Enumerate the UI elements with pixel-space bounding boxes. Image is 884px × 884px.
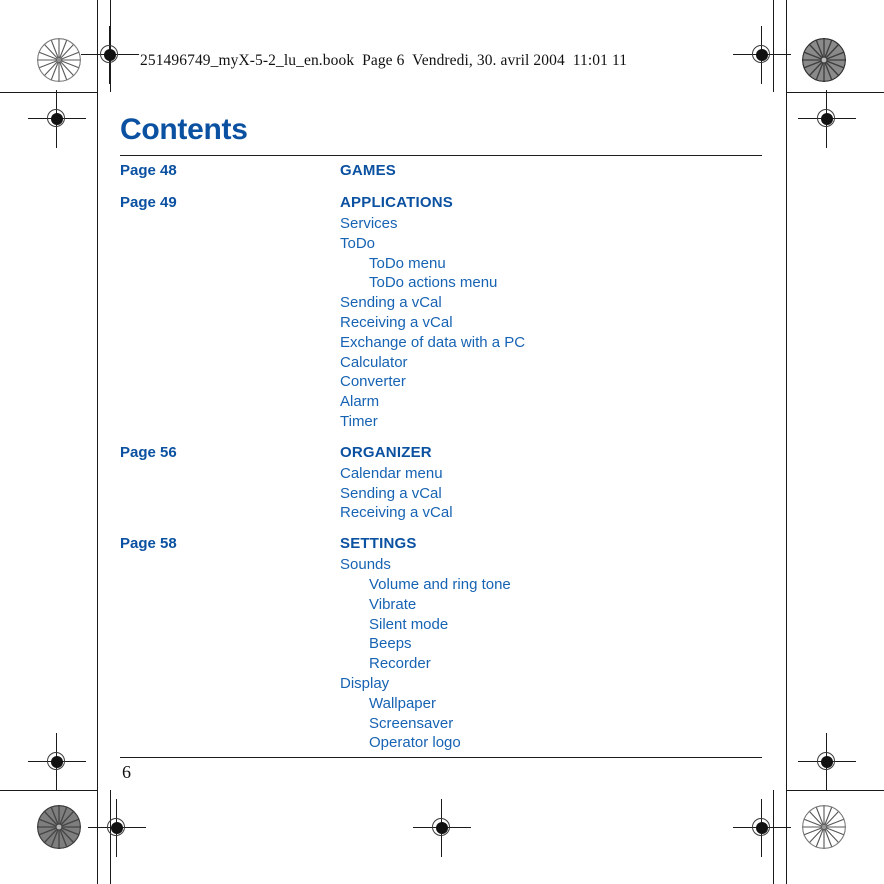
toc-entry-level-1[interactable]: Sounds: [340, 555, 770, 575]
toc-section-header: Page 49 APPLICATIONS: [120, 194, 770, 214]
toc-entry-level-1[interactable]: Converter: [340, 372, 770, 392]
header-rule: [120, 155, 762, 157]
trim-line-top-left: [0, 92, 98, 93]
toc-entry-level-2[interactable]: Screensaver: [369, 714, 770, 734]
toc-entry-level-1[interactable]: Exchange of data with a PC: [340, 333, 770, 353]
toc-entry-level-2[interactable]: ToDo actions menu: [369, 273, 770, 293]
toc-entry-level-1[interactable]: Calendar menu: [340, 464, 770, 484]
printed-page-sheet: 251496749_myX-5-2_lu_en.book Page 6 Vend…: [0, 0, 884, 884]
toc-entry-level-1[interactable]: Services: [340, 214, 770, 234]
trim-line-bottom-left: [0, 790, 98, 791]
toc-entry-level-1[interactable]: Sending a vCal: [340, 293, 770, 313]
trim-line-bottom-right: [786, 790, 884, 791]
registration-mark-bottom-right-inner: [733, 799, 791, 857]
toc-section-title[interactable]: GAMES: [340, 162, 396, 179]
toc-entry-level-1[interactable]: Receiving a vCal: [340, 503, 770, 523]
table-of-contents: Page 48 GAMES Page 49 APPLICATIONS Services T…: [120, 162, 770, 753]
toc-entry-level-2[interactable]: Operator logo: [369, 733, 770, 753]
density-star-target-top-right: [802, 38, 846, 82]
folio-page-number: 6: [122, 762, 131, 782]
toc-section-header: Page 48 GAMES: [120, 162, 770, 182]
toc-entry-level-2[interactable]: Volume and ring tone: [369, 575, 770, 595]
registration-mark-top-left-outer: [28, 90, 86, 148]
registration-mark-bottom-left-inner: [88, 799, 146, 857]
footer-rule: [120, 757, 762, 759]
toc-section: Page 49 APPLICATIONS Services ToDo ToDo menu…: [120, 194, 770, 432]
toc-entry-level-1[interactable]: Receiving a vCal: [340, 313, 770, 333]
toc-entry-level-2[interactable]: Beeps: [369, 634, 770, 654]
registration-mark-bottom-right-outer: [798, 733, 856, 791]
toc-page-reference[interactable]: Page 58: [120, 535, 177, 552]
trim-line-left: [97, 0, 98, 884]
toc-entry-level-2[interactable]: Vibrate: [369, 595, 770, 615]
trim-line-top-right: [786, 92, 884, 93]
toc-entry-level-2[interactable]: ToDo menu: [369, 254, 770, 274]
toc-entry-level-1[interactable]: Sending a vCal: [340, 484, 770, 504]
toc-entry-level-2[interactable]: Silent mode: [369, 615, 770, 635]
toc-section-title[interactable]: SETTINGS: [340, 535, 417, 552]
toc-section: Page 58 SETTINGS Sounds Volume and ring ton…: [120, 535, 770, 753]
registration-mark-top-right-inner: [733, 26, 791, 84]
registration-mark-top-left-inner: [81, 26, 139, 84]
density-star-target-top-left: [37, 38, 81, 82]
trim-line-right: [786, 0, 787, 884]
toc-section: Page 48 GAMES: [120, 162, 770, 182]
toc-entry-level-2[interactable]: Recorder: [369, 654, 770, 674]
toc-entry-level-2[interactable]: Wallpaper: [369, 694, 770, 714]
toc-section: Page 56 ORGANIZER Calendar menu Sending a v…: [120, 444, 770, 523]
toc-entry-level-1[interactable]: Calculator: [340, 353, 770, 373]
registration-mark-top-right-outer: [798, 90, 856, 148]
density-star-target-bottom-left: [37, 805, 81, 849]
toc-section-title[interactable]: APPLICATIONS: [340, 194, 453, 211]
toc-page-reference[interactable]: Page 56: [120, 444, 177, 461]
toc-entry-level-1[interactable]: Display: [340, 674, 770, 694]
toc-section-header: Page 56 ORGANIZER: [120, 444, 770, 464]
registration-mark-bottom-left-outer: [28, 733, 86, 791]
toc-entry-level-1[interactable]: ToDo: [340, 234, 770, 254]
toc-entry-level-1[interactable]: Timer: [340, 412, 770, 432]
registration-mark-bottom-center: [413, 799, 471, 857]
toc-page-reference[interactable]: Page 48: [120, 162, 177, 179]
toc-section-header: Page 58 SETTINGS: [120, 535, 770, 555]
density-star-target-bottom-right: [802, 805, 846, 849]
page-title: Contents: [120, 113, 248, 146]
book-file-header-slug: 251496749_myX-5-2_lu_en.book Page 6 Vend…: [140, 52, 628, 69]
toc-entry-level-1[interactable]: Alarm: [340, 392, 770, 412]
toc-section-title[interactable]: ORGANIZER: [340, 444, 432, 461]
toc-page-reference[interactable]: Page 49: [120, 194, 177, 211]
